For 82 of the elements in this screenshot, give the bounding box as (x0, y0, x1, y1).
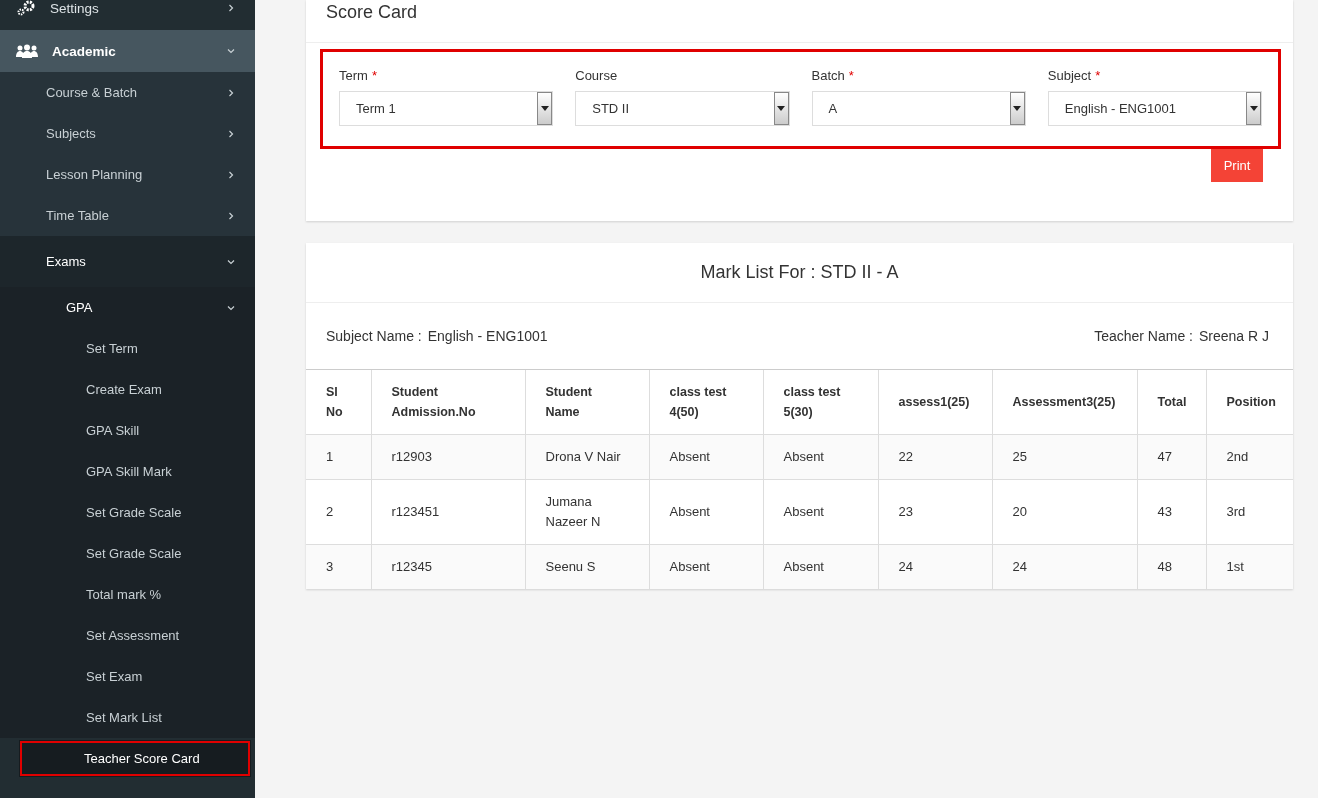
sidebar-item[interactable]: Set Mark List (0, 697, 255, 738)
column-header: Position (1206, 370, 1293, 434)
field-label: Course (575, 68, 619, 83)
select-field[interactable]: STD II (575, 91, 790, 126)
column-header: assess1(25) (878, 370, 992, 434)
sidebar-item[interactable]: Set Exam (0, 656, 255, 697)
sidebar-item[interactable]: Academic (0, 30, 255, 72)
sidebar-item[interactable]: GPA Skill (0, 410, 255, 451)
sidebar-item[interactable]: Set Assessment (0, 615, 255, 656)
table-cell: 2nd (1206, 434, 1293, 479)
table-cell: Absent (763, 434, 878, 479)
field-label: Term * (339, 68, 378, 83)
column-header: Student Admission.No (371, 370, 525, 434)
required-mark: * (371, 68, 377, 83)
table-cell: 2 (306, 479, 371, 544)
column-header: Total (1137, 370, 1206, 434)
required-mark: * (1095, 68, 1101, 83)
gears-icon (16, 0, 36, 16)
sidebar-item[interactable]: Subjects (0, 113, 255, 154)
chevron-down-icon (227, 47, 235, 55)
table-cell: Drona V Nair (525, 434, 649, 479)
sidebar-item[interactable]: Set Term (0, 328, 255, 369)
chevron-right-icon (227, 170, 235, 179)
sidebar-item[interactable]: Exams (0, 236, 255, 287)
print-button[interactable]: Print (1211, 149, 1263, 182)
sidebar-item[interactable]: GPA Skill Mark (0, 451, 255, 492)
table-cell: 47 (1137, 434, 1206, 479)
column-header: Student Name (525, 370, 649, 434)
users-icon (16, 44, 38, 58)
sidebar-item[interactable]: Course & Batch (0, 72, 255, 113)
sidebar-item[interactable]: Set Grade Scale (0, 492, 255, 533)
chevron-right-icon (227, 129, 235, 138)
column-header: class test 5(30) (763, 370, 878, 434)
sidebar-item[interactable]: Total mark % (0, 574, 255, 615)
table-cell: 43 (1137, 479, 1206, 544)
table-cell: 23 (878, 479, 992, 544)
table-cell: 1 (306, 434, 371, 479)
select-field[interactable]: Term 1 (339, 91, 554, 126)
sidebar-item[interactable]: Lesson Planning (0, 154, 255, 195)
teacher-name-text: Teacher Name : (1094, 328, 1193, 344)
table-cell: 3rd (1206, 479, 1293, 544)
sidebar-item[interactable]: Time Table (0, 195, 255, 236)
select-field[interactable]: English - ENG1001 (1047, 91, 1262, 126)
mark-list-title: Mark List For : STD II - A (306, 243, 1293, 303)
table-cell: 1st (1206, 544, 1293, 589)
sidebar-item[interactable]: Set Grade Scale (0, 533, 255, 574)
chevron-right-icon (227, 88, 235, 97)
table-cell: Seenu S (525, 544, 649, 589)
chevron-down-icon (227, 257, 235, 266)
field-label: Subject * (1047, 68, 1102, 83)
table-cell: 25 (992, 434, 1137, 479)
column-header: Assessment3(25) (992, 370, 1137, 434)
table-cell: r12903 (371, 434, 525, 479)
table-cell: 22 (878, 434, 992, 479)
subject-name-text: Subject Name : (326, 328, 422, 344)
sidebar-item[interactable]: Create Exam (0, 369, 255, 410)
column-header: class test 4(50) (649, 370, 763, 434)
table-cell: 20 (992, 479, 1137, 544)
table-cell: 3 (306, 544, 371, 589)
table-cell: r12345 (371, 544, 525, 589)
table-cell: Absent (763, 544, 878, 589)
select-field[interactable]: A (811, 91, 1026, 126)
table-cell: Jumana Nazeer N (525, 479, 649, 544)
required-mark: * (848, 68, 854, 83)
subject-name-value: English - ENG1001 (427, 328, 548, 344)
table-cell: r123451 (371, 479, 525, 544)
table-cell: Absent (649, 544, 763, 589)
table-cell: 24 (992, 544, 1137, 589)
table-cell: 24 (878, 544, 992, 589)
chevron-down-icon (227, 303, 235, 312)
table-cell: Absent (763, 479, 878, 544)
panel-title: Score Card (306, 0, 1293, 43)
chevron-right-icon (227, 211, 235, 220)
table-cell: 48 (1137, 544, 1206, 589)
table-cell: Absent (649, 434, 763, 479)
teacher-name-value: Sreena R J (1198, 328, 1269, 344)
sidebar-item[interactable]: GPA (0, 287, 255, 328)
field-label: Batch * (811, 68, 855, 83)
sidebar-item[interactable]: Teacher Score Card (19, 740, 251, 777)
table-cell: Absent (649, 479, 763, 544)
chevron-right-icon (227, 4, 235, 12)
column-header: Sl No (306, 370, 371, 434)
